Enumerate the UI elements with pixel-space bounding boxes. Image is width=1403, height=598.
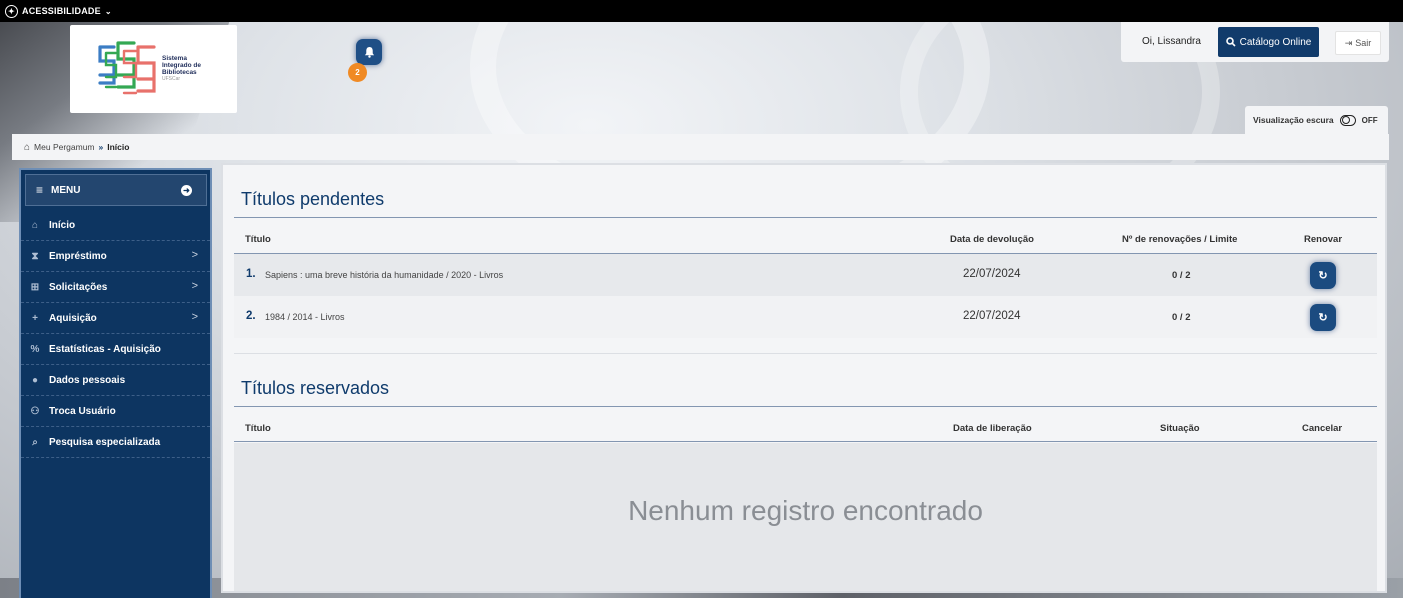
menu-item-inicio[interactable]: ⌂ Início (21, 210, 210, 241)
online-catalog-button[interactable]: Catálogo Online (1218, 27, 1319, 57)
breadcrumb: ⌂ Meu Pergamum » Início (12, 134, 1389, 160)
bell-icon (364, 46, 374, 58)
table-row: 1. Sapiens : uma breve história da human… (234, 254, 1377, 296)
pending-section-title: Títulos pendentes (241, 189, 385, 209)
chevron-down-icon: ⌄ (104, 6, 112, 16)
menu-collapse-button[interactable]: ➜ (181, 185, 192, 196)
table-row: 2. 1984 / 2014 - Livros 22/07/2024 0 / 2… (234, 296, 1377, 338)
menu-item-pesquisa[interactable]: ⌕ Pesquisa especializada (21, 427, 210, 458)
empty-state: Nenhum registro encontrado (234, 443, 1377, 591)
menu-item-solicitacoes[interactable]: ⊞ Solicitações > (21, 272, 210, 303)
user-bar: Oi, Lissandra Catálogo Online ⇥ Sair (1121, 22, 1389, 62)
menu-item-label: Aquisição (49, 312, 97, 324)
plus-icon: + (32, 312, 38, 324)
menu-item-dados-pessoais[interactable]: ● Dados pessoais (21, 365, 210, 396)
empty-message: Nenhum registro encontrado (628, 495, 983, 526)
logo-text: Sistema Integrado de Bibliotecas UFSCar (162, 55, 202, 82)
menu-item-troca-usuario[interactable]: ⚇ Troca Usuário (21, 396, 210, 427)
search-icon: ⌕ (32, 436, 38, 448)
row-number: 2. (246, 310, 256, 322)
breadcrumb-current: Início (107, 142, 130, 152)
hamburger-icon: ≡ (36, 183, 44, 197)
menu-item-label: Dados pessoais (49, 374, 126, 386)
toggle-switch[interactable] (1339, 114, 1356, 126)
pending-col-renewals: Nº de renovações / Limite (1122, 234, 1238, 245)
sidebar: ≡ MENU ➜ ⌂ Início ⧗ Empréstimo > ⊞ Solic… (19, 168, 212, 598)
row-due-date: 22/07/2024 (963, 310, 1021, 322)
accessibility-label: ACESSIBILIDADE (22, 6, 101, 16)
section-divider (234, 353, 1377, 354)
row-title-link[interactable]: Sapiens : uma breve história da humanida… (265, 270, 503, 280)
reserved-col-release-date: Data de liberação (953, 423, 1032, 434)
dark-mode-label: Visualização escura (1253, 115, 1334, 125)
dark-mode-state: OFF (1361, 115, 1378, 125)
row-renewals: 0 / 2 (1172, 312, 1191, 323)
menu-item-label: Troca Usuário (49, 405, 116, 417)
pending-title-divider (234, 217, 1377, 218)
breadcrumb-separator: » (98, 142, 104, 152)
cart-icon: ⊞ (30, 281, 40, 293)
menu-item-aquisicao[interactable]: + Aquisição > (21, 303, 210, 334)
renew-button[interactable]: ↻ (1310, 304, 1336, 331)
home-icon: ⌂ (31, 219, 39, 231)
notifications-button[interactable] (356, 39, 382, 65)
pending-col-title: Título (245, 234, 271, 245)
menu-item-estatisticas[interactable]: % Estatísticas - Aquisição (21, 334, 210, 365)
top-bar: ✦ ACESSIBILIDADE ⌄ (0, 0, 1403, 22)
chevron-right-icon: > (191, 311, 198, 323)
menu-item-label: Empréstimo (49, 250, 107, 262)
user-circle-icon: ● (31, 374, 39, 386)
reserved-section-title: Títulos reservados (241, 378, 390, 398)
online-catalog-label: Catálogo Online (1239, 36, 1312, 48)
pending-col-renew: Renovar (1304, 234, 1343, 245)
breadcrumb-home-link[interactable]: Meu Pergamum (34, 142, 94, 152)
menu-header: ≡ MENU ➜ (25, 174, 207, 206)
hourglass-icon: ⧗ (31, 250, 39, 262)
sib-logo-mark (98, 41, 156, 95)
library-logo[interactable]: Sistema Integrado de Bibliotecas UFSCar (70, 25, 237, 113)
dark-mode-toggle: Visualização escura OFF (1245, 106, 1388, 134)
row-number: 1. (246, 268, 256, 280)
menu-title: MENU (51, 184, 81, 196)
menu-item-label: Pesquisa especializada (49, 436, 161, 448)
home-icon: ⌂ (24, 141, 31, 153)
reserved-col-cancel: Cancelar (1302, 423, 1343, 434)
menu-item-label: Início (49, 219, 76, 231)
menu-item-label: Estatísticas - Aquisição (49, 343, 161, 355)
reserved-title-divider (234, 406, 1377, 407)
user-greeting: Oi, Lissandra (1142, 36, 1201, 47)
main-content: Títulos pendentes Título Data de devoluç… (221, 163, 1387, 593)
percent-icon: % (30, 343, 40, 355)
reserved-col-title: Título (245, 423, 271, 434)
chevron-right-icon: > (191, 249, 198, 261)
users-icon: ⚇ (30, 405, 40, 417)
pending-col-due-date: Data de devolução (950, 234, 1034, 245)
menu-list: ⌂ Início ⧗ Empréstimo > ⊞ Solicitações >… (21, 210, 210, 458)
reserved-header-divider (234, 441, 1377, 442)
sign-out-icon: ⇥ (1344, 37, 1353, 48)
notification-count-badge: 2 (348, 63, 367, 82)
menu-item-emprestimo[interactable]: ⧗ Empréstimo > (21, 241, 210, 272)
reserved-col-status: Situação (1160, 423, 1200, 434)
row-renewals: 0 / 2 (1172, 270, 1191, 281)
refresh-icon: ↻ (1318, 312, 1328, 324)
refresh-icon: ↻ (1318, 270, 1328, 282)
accessibility-menu[interactable]: ✦ ACESSIBILIDADE ⌄ (5, 1, 112, 21)
logout-button[interactable]: ⇥ Sair (1335, 31, 1381, 55)
logout-label: Sair (1355, 38, 1372, 48)
search-icon (1225, 37, 1236, 47)
row-title-link[interactable]: 1984 / 2014 - Livros (265, 312, 345, 322)
chevron-right-icon: > (191, 280, 198, 292)
row-due-date: 22/07/2024 (963, 268, 1021, 280)
accessibility-icon: ✦ (5, 4, 18, 18)
renew-button[interactable]: ↻ (1310, 262, 1336, 289)
menu-item-label: Solicitações (49, 281, 108, 293)
